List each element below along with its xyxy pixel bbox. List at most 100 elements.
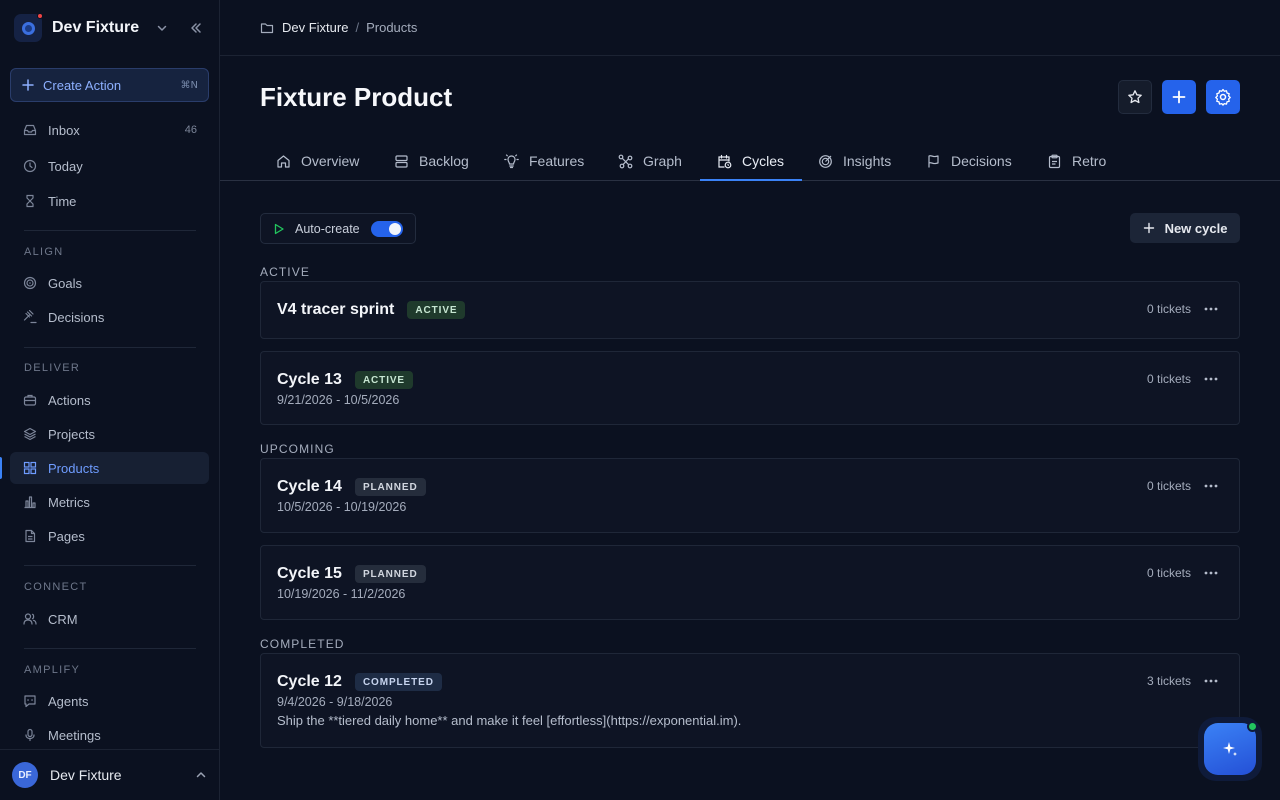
favorite-button[interactable] — [1118, 80, 1152, 114]
sidebar-item-inbox[interactable]: Inbox 46 — [10, 114, 209, 146]
create-action-label: Create Action — [43, 77, 122, 93]
tab-overview[interactable]: Overview — [276, 142, 359, 180]
sidebar-item-metrics[interactable]: Metrics — [10, 486, 209, 518]
section-label-deliver: DELIVER — [24, 362, 81, 374]
chevron-down-icon[interactable] — [152, 18, 172, 38]
more-options-icon[interactable] — [1201, 476, 1221, 496]
grid-icon — [22, 460, 38, 476]
tab-graph[interactable]: Graph — [618, 142, 682, 180]
ticket-count: 0 tickets — [1146, 302, 1191, 316]
cycle-dates: 10/19/2026 - 11/2/2026 — [277, 587, 406, 601]
sidebar-item-crm[interactable]: CRM — [10, 603, 209, 635]
group-label-active: ACTIVE — [260, 265, 310, 279]
cycle-card[interactable]: V4 tracer sprint ACTIVE 0 tickets — [260, 281, 1240, 339]
cycle-dates: 9/4/2026 - 9/18/2026 — [277, 695, 393, 709]
briefcase-icon — [22, 392, 38, 408]
tab-retro[interactable]: Retro — [1047, 142, 1106, 180]
ticket-count: 0 tickets — [1146, 372, 1191, 386]
new-cycle-button[interactable]: New cycle — [1130, 213, 1240, 243]
sidebar-item-projects[interactable]: Projects — [10, 418, 209, 450]
tab-label: Features — [529, 153, 585, 169]
gavel-icon — [22, 309, 38, 325]
ticket-count: 3 tickets — [1146, 674, 1191, 688]
chevron-up-icon — [196, 772, 206, 778]
sidebar-item-label: Inbox — [48, 122, 80, 138]
tab-features[interactable]: Features — [504, 142, 584, 180]
sidebar-item-label: CRM — [48, 611, 78, 627]
new-cycle-label: New cycle — [1164, 220, 1228, 236]
status-badge: COMPLETED — [354, 673, 442, 691]
sidebar-item-label: Agents — [48, 693, 89, 709]
tab-label: Insights — [843, 153, 892, 169]
more-options-icon[interactable] — [1201, 369, 1221, 389]
product-tabs: Overview Backlog Features Graph Cycles I… — [220, 142, 1280, 181]
assistant-button[interactable] — [1198, 717, 1262, 781]
breadcrumb-root[interactable]: Dev Fixture — [282, 20, 348, 35]
sidebar-divider — [24, 565, 196, 566]
sidebar-divider — [24, 648, 196, 649]
create-action-shortcut: ⌘N — [180, 79, 198, 91]
collapse-sidebar-icon[interactable] — [186, 18, 206, 38]
create-action-button[interactable]: Create Action ⌘N — [10, 68, 209, 102]
sidebar-item-label: Goals — [48, 275, 82, 291]
breadcrumb-current: Products — [366, 20, 418, 35]
ticket-count: 0 tickets — [1146, 566, 1191, 580]
cycle-card[interactable]: Cycle 13 ACTIVE 9/21/2026 - 10/5/2026 0 … — [260, 351, 1240, 425]
cycle-card[interactable]: Cycle 15 PLANNED 10/19/2026 - 11/2/2026 … — [260, 545, 1240, 620]
sidebar-item-time[interactable]: Time — [10, 185, 209, 217]
chat-bot-icon — [22, 693, 38, 709]
inbox-icon — [22, 122, 38, 138]
cycle-dates: 9/21/2026 - 10/5/2026 — [277, 393, 400, 407]
sidebar-item-label: Time — [48, 193, 77, 209]
tab-label: Decisions — [951, 153, 1012, 169]
user-menu[interactable]: DF Dev Fixture — [0, 749, 219, 800]
plus-icon — [22, 79, 34, 91]
sidebar-item-actions[interactable]: Actions — [10, 384, 209, 416]
sparkle-icon — [1223, 742, 1237, 756]
sidebar-item-agents[interactable]: Agents — [10, 685, 209, 717]
sidebar-item-label: Actions — [48, 392, 91, 408]
sidebar-item-goals[interactable]: Goals — [10, 267, 209, 299]
page-title: Fixture Product — [260, 82, 453, 112]
sidebar-item-label: Meetings — [48, 727, 101, 743]
avatar: DF — [12, 762, 38, 788]
add-button[interactable] — [1162, 80, 1196, 114]
tab-backlog[interactable]: Backlog — [394, 142, 469, 180]
sidebar-item-pages[interactable]: Pages — [10, 520, 209, 552]
cycle-card[interactable]: Cycle 12 COMPLETED 9/4/2026 - 9/18/2026 … — [260, 653, 1240, 748]
sidebar-item-today[interactable]: Today — [10, 150, 209, 182]
settings-button[interactable] — [1206, 80, 1240, 114]
section-label-connect: CONNECT — [24, 581, 88, 593]
tab-label: Graph — [643, 153, 682, 169]
status-badge: ACTIVE — [407, 301, 466, 319]
server-stack-icon — [394, 154, 409, 169]
tab-insights[interactable]: Insights — [818, 142, 891, 180]
tab-label: Backlog — [419, 153, 469, 169]
workspace-switcher[interactable]: Dev Fixture — [14, 13, 206, 43]
target-icon — [818, 154, 833, 169]
file-text-icon — [22, 528, 38, 544]
active-indicator — [0, 457, 2, 479]
home-icon — [276, 154, 291, 169]
user-name: Dev Fixture — [50, 767, 122, 783]
more-options-icon[interactable] — [1201, 671, 1221, 691]
sidebar-item-label: Projects — [48, 426, 95, 442]
graph-nodes-icon — [618, 154, 633, 169]
sidebar-item-meetings[interactable]: Meetings — [10, 719, 209, 751]
section-label-amplify: AMPLIFY — [24, 664, 81, 676]
sidebar-item-label: Decisions — [48, 309, 105, 325]
cycle-card[interactable]: Cycle 14 PLANNED 10/5/2026 - 10/19/2026 … — [260, 458, 1240, 533]
tab-cycles[interactable]: Cycles — [717, 142, 784, 180]
cycle-description: Ship the **tiered daily home** and make … — [277, 713, 742, 728]
more-options-icon[interactable] — [1201, 563, 1221, 583]
tab-decisions[interactable]: Decisions — [926, 142, 1012, 180]
sidebar-item-products[interactable]: Products — [10, 452, 209, 484]
auto-create-switch[interactable] — [371, 220, 403, 237]
sidebar-item-decisions[interactable]: Decisions — [10, 301, 209, 333]
more-options-icon[interactable] — [1201, 299, 1221, 319]
calendar-clock-icon — [717, 154, 732, 169]
auto-create-toggle[interactable]: Auto-create — [260, 213, 416, 244]
cycle-name: V4 tracer sprint — [277, 301, 395, 318]
group-label-upcoming: UPCOMING — [260, 442, 335, 456]
ticket-count: 0 tickets — [1146, 479, 1191, 493]
